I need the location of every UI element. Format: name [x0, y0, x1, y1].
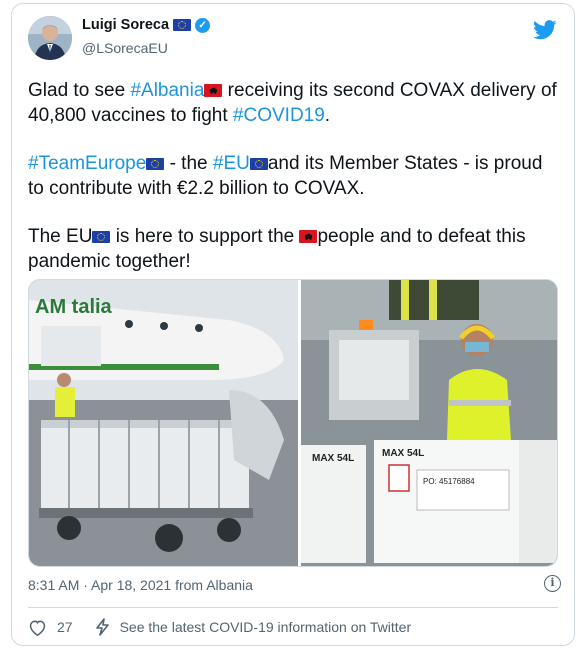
box-po-label: PO: 45176884: [423, 477, 475, 486]
hashtag-albania-link[interactable]: #Albania: [130, 80, 204, 101]
covid-info-link[interactable]: See the latest COVID-19 information on T…: [95, 618, 412, 636]
eu-flag-icon: [92, 230, 111, 243]
lightning-icon: [95, 618, 109, 636]
tweet-actions: 27 See the latest COVID-19 information o…: [28, 618, 411, 636]
like-button[interactable]: 27: [28, 619, 73, 636]
author-name[interactable]: Luigi Soreca: [82, 17, 169, 33]
tweet-text-segment: - the: [164, 153, 213, 174]
tweet-paragraph-2: #TeamEurope - the #EU and its Member Stat…: [28, 151, 558, 201]
eu-flag-icon: [249, 157, 268, 170]
covid-info-text: See the latest COVID-19 information on T…: [119, 619, 412, 635]
tweet-text: Glad to see #Albania receiving its secon…: [28, 78, 558, 297]
hashtag-teameurope-link[interactable]: #TeamEurope: [28, 153, 146, 174]
author-handle[interactable]: @LSorecaEU: [82, 40, 168, 56]
box-label-1: MAX 54L: [312, 453, 354, 464]
albania-flag-icon: [299, 230, 318, 244]
divider: [28, 607, 558, 608]
info-icon[interactable]: i: [544, 575, 561, 592]
tweet-text-segment: .: [324, 105, 331, 126]
tweet-text-segment: The EU: [28, 226, 93, 247]
tweet-paragraph-3: The EU is here to support the people and…: [28, 224, 558, 274]
photo-airport-cargo[interactable]: AM talia: [29, 280, 298, 567]
like-count: 27: [57, 619, 73, 635]
eu-flag-icon: [173, 19, 192, 31]
avatar[interactable]: [28, 16, 72, 60]
tweet-card[interactable]: Luigi Soreca ✓ @LSorecaEU Glad to see #A…: [11, 3, 575, 646]
box-label-2: MAX 54L: [382, 448, 424, 459]
twitter-bird-icon[interactable]: [533, 20, 557, 40]
eu-flag-icon: [146, 157, 165, 170]
plane-livery-text: AM talia: [35, 296, 113, 318]
photo-vaccine-boxes[interactable]: MAX 54L MAX 54L PO: 45176884: [301, 280, 558, 567]
hashtag-eu-link[interactable]: #EU: [213, 153, 250, 174]
tweet-timestamp[interactable]: 8:31 AM · Apr 18, 2021 from Albania: [28, 577, 253, 593]
heart-icon: [29, 620, 46, 636]
tweet-paragraph-1: Glad to see #Albania receiving its secon…: [28, 78, 558, 128]
verified-badge-icon: ✓: [195, 17, 211, 33]
tweet-text-segment: is here to support the: [110, 226, 300, 247]
albania-flag-icon: [204, 84, 223, 98]
hashtag-covid19-link[interactable]: #COVID19: [233, 105, 325, 126]
media-grid[interactable]: AM talia MAX 54L MAX 54L PO: 45176884: [28, 279, 558, 567]
author-name-row[interactable]: Luigi Soreca ✓: [82, 17, 211, 33]
tweet-text-segment: Glad to see: [28, 80, 131, 101]
